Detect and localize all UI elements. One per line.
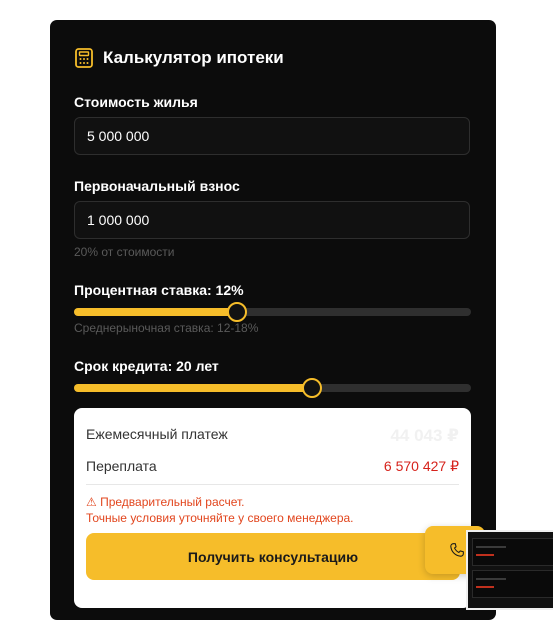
down-payment-hint: 20% от стоимости	[74, 245, 175, 259]
monthly-payment-label: Ежемесячный платеж	[86, 426, 228, 442]
price-input[interactable]	[74, 117, 470, 155]
price-label: Стоимость жилья	[74, 94, 198, 110]
term-slider-fill	[74, 384, 313, 392]
estimate-warning: ⚠ Предварительный расчет. Точные условия…	[86, 494, 354, 526]
overpayment-value: 6 570 427 ₽	[383, 458, 459, 474]
phone-icon	[450, 543, 464, 557]
rate-slider[interactable]	[74, 302, 471, 322]
overpayment-label: Переплата	[86, 458, 157, 474]
rate-label: Процентная ставка: 12%	[74, 282, 244, 298]
down-payment-input[interactable]	[74, 201, 470, 239]
calculator-icon	[75, 48, 93, 68]
warning-line-2: Точные условия уточняйте у своего менедж…	[86, 511, 354, 525]
down-payment-label: Первоначальный взнос	[74, 178, 240, 194]
term-slider[interactable]	[74, 378, 471, 398]
page-preview-thumbnail	[466, 530, 553, 610]
calculator-header: Калькулятор ипотеки	[75, 48, 284, 68]
result-divider	[86, 484, 459, 485]
overpayment-row: Переплата 6 570 427 ₽	[86, 458, 459, 475]
calculator-title: Калькулятор ипотеки	[103, 48, 284, 67]
monthly-payment-value: 44 043 ₽	[390, 426, 459, 445]
rate-hint: Среднерыночная ставка: 12-18%	[74, 321, 259, 335]
result-panel: Ежемесячный платеж 44 043 ₽ Переплата 6 …	[74, 408, 471, 608]
rate-slider-fill	[74, 308, 237, 316]
rate-slider-thumb[interactable]	[226, 302, 247, 322]
term-label: Срок кредита: 20 лет	[74, 358, 219, 374]
warning-line-1: ⚠ Предварительный расчет.	[86, 495, 245, 509]
monthly-payment-row: Ежемесячный платеж 44 043 ₽	[86, 426, 459, 446]
get-consultation-button[interactable]: Получить консультацию	[86, 533, 460, 580]
term-slider-thumb[interactable]	[302, 378, 323, 398]
